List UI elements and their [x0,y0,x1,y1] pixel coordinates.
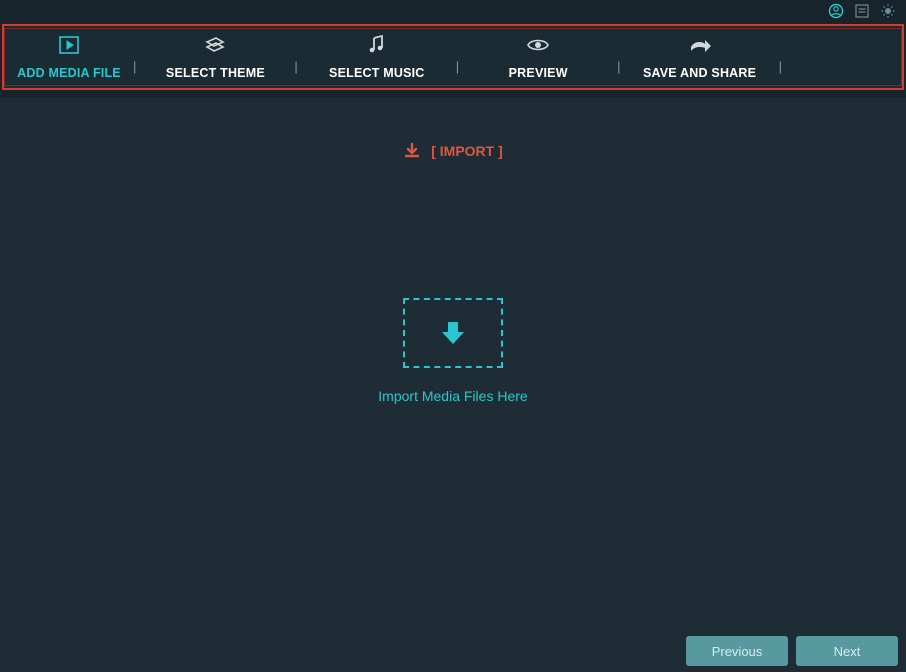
step-label: ADD MEDIA FILE [17,66,121,80]
step-select-music[interactable]: SELECT MUSIC [302,34,452,80]
music-icon [367,34,387,56]
dropzone-label: Import Media Files Here [378,388,527,404]
step-label: SAVE AND SHARE [643,66,756,80]
step-bar: ADD MEDIA FILE | SELECT THEME | SELECT M… [2,24,904,90]
share-icon [688,34,712,56]
dropzone-box [403,298,503,368]
eye-icon [526,34,550,56]
previous-button[interactable]: Previous [686,636,788,666]
import-label: [ IMPORT ] [431,143,503,159]
step-label: SELECT THEME [166,66,265,80]
workspace: [ IMPORT ] Import Media Files Here Previ… [0,98,906,672]
spacer [0,90,906,98]
user-icon[interactable] [828,3,844,19]
step-select-theme[interactable]: SELECT THEME [140,34,290,80]
step-add-media[interactable]: ADD MEDIA FILE [9,34,129,80]
next-button[interactable]: Next [796,636,898,666]
step-preview[interactable]: PREVIEW [463,34,613,80]
step-bar-inner: ADD MEDIA FILE | SELECT THEME | SELECT M… [4,28,902,86]
step-save-share[interactable]: SAVE AND SHARE [625,34,775,80]
brightness-icon[interactable] [880,3,896,19]
play-file-icon [58,34,80,56]
nav-buttons: Previous Next [686,636,898,666]
media-dropzone[interactable]: Import Media Files Here [0,298,906,404]
button-label: Next [834,644,861,659]
title-bar [0,0,906,22]
theme-icon [204,34,226,56]
step-divider: | [452,59,463,74]
step-divider: | [290,59,301,74]
step-divider: | [129,59,140,74]
import-link[interactable]: [ IMPORT ] [0,142,906,160]
step-divider: | [775,59,786,74]
button-label: Previous [712,644,763,659]
arrow-down-icon [436,316,470,350]
step-label: PREVIEW [509,66,568,80]
step-bar-container: ADD MEDIA FILE | SELECT THEME | SELECT M… [0,22,906,90]
step-divider: | [613,59,624,74]
download-icon [403,142,421,160]
list-icon[interactable] [854,3,870,19]
step-label: SELECT MUSIC [329,66,424,80]
